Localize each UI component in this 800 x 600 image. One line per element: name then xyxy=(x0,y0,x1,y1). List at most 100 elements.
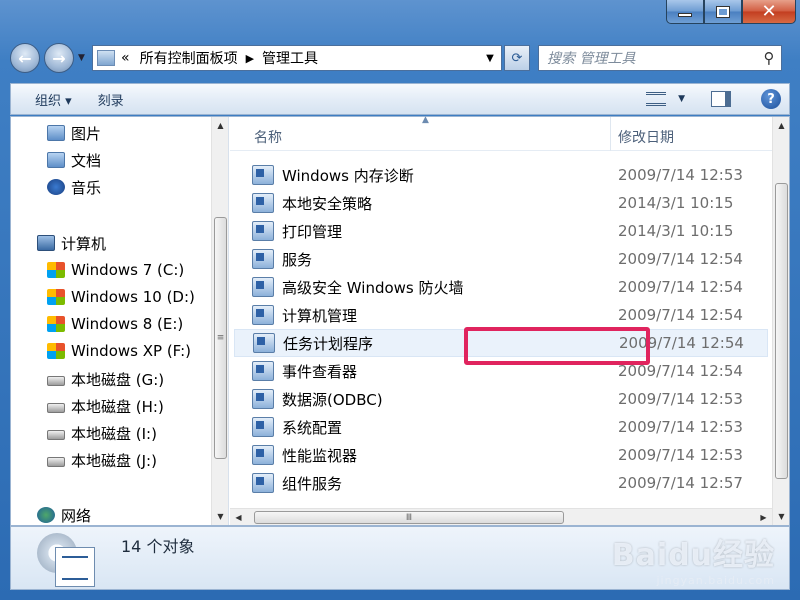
column-name-header[interactable]: 名称 xyxy=(254,127,282,147)
computer-icon xyxy=(37,235,55,251)
sidebar-item-drive-e[interactable]: Windows 8 (E:) xyxy=(47,312,183,336)
refresh-icon: ⟳ xyxy=(511,50,523,66)
file-row[interactable]: 服务 2009/7/14 12:54 xyxy=(234,245,768,273)
back-button[interactable]: ← xyxy=(10,43,40,73)
breadcrumb-overflow[interactable]: « xyxy=(121,50,130,66)
view-options-dropdown[interactable]: ▼ xyxy=(678,94,685,104)
help-icon[interactable]: ? xyxy=(761,89,781,109)
disk-icon xyxy=(47,457,65,467)
file-name: 组件服务 xyxy=(282,474,343,493)
file-row[interactable]: 计算机管理 2009/7/14 12:54 xyxy=(234,301,768,329)
horizontal-scrollbar[interactable]: ◀ Ⅲ ▶ xyxy=(230,508,772,525)
scroll-left-icon[interactable]: ◀ xyxy=(230,509,247,526)
column-date-header[interactable]: 修改日期 xyxy=(618,127,674,147)
file-date: 2009/7/14 12:53 xyxy=(618,418,743,436)
file-date: 2009/7/14 12:54 xyxy=(618,278,743,296)
refresh-button[interactable]: ⟳ xyxy=(504,45,530,71)
file-date: 2009/7/14 12:54 xyxy=(618,250,743,268)
close-button[interactable]: ✕ xyxy=(742,0,796,24)
sidebar-item-label: Windows 8 (E:) xyxy=(71,315,184,333)
file-row[interactable]: Windows 内存诊断 2009/7/14 12:53 xyxy=(234,161,768,189)
sidebar-item-pictures[interactable]: 图片 xyxy=(47,121,101,145)
scroll-up-icon[interactable]: ▲ xyxy=(212,117,228,134)
scroll-down-icon[interactable]: ▼ xyxy=(212,508,228,525)
horizontal-scroll-thumb[interactable]: Ⅲ xyxy=(254,511,564,524)
breadcrumb-separator-icon[interactable]: ▶ xyxy=(246,52,254,65)
file-row[interactable]: 数据源(ODBC) 2009/7/14 12:53 xyxy=(234,385,768,413)
preview-pane-icon[interactable] xyxy=(711,91,731,107)
list-scroll-thumb[interactable] xyxy=(775,183,788,479)
sidebar-item-drive-i[interactable]: 本地磁盘 (I:) xyxy=(47,421,157,445)
documents-icon xyxy=(47,152,65,168)
sidebar-item-drive-h[interactable]: 本地磁盘 (H:) xyxy=(47,394,164,418)
disk-icon xyxy=(47,403,65,413)
back-arrow-icon: ← xyxy=(18,48,32,68)
navigation-bar: ← → ▼ « 所有控制面板项 ▶ 管理工具 ▼ ⟳ 搜索 管理工具 ⚲ xyxy=(10,40,790,76)
view-controls: ▼ ? xyxy=(646,89,789,109)
minimize-button[interactable] xyxy=(666,0,704,24)
file-row[interactable]: 组件服务 2009/7/14 12:57 xyxy=(234,469,768,497)
disk-icon xyxy=(47,430,65,440)
file-row[interactable]: 高级安全 Windows 防火墙 2009/7/14 12:54 xyxy=(234,273,768,301)
file-row[interactable]: 性能监视器 2009/7/14 12:53 xyxy=(234,441,768,469)
column-header: ▲ 名称 修改日期 xyxy=(230,115,772,151)
explorer-window: ✕ ← → ▼ « 所有控制面板项 ▶ 管理工具 ▼ ⟳ 搜索 管理工具 ⚲ 组… xyxy=(0,0,800,600)
list-scrollbar[interactable]: ▲ ▼ xyxy=(772,117,789,525)
address-bar[interactable]: « 所有控制面板项 ▶ 管理工具 ▼ xyxy=(92,45,502,71)
burn-button[interactable]: 刻录 xyxy=(98,90,124,109)
sidebar-item-drive-c[interactable]: Windows 7 (C:) xyxy=(47,258,184,282)
maximize-icon xyxy=(716,5,730,18)
sidebar-item-music[interactable]: 音乐 xyxy=(47,175,101,199)
file-name: 系统配置 xyxy=(282,418,343,437)
breadcrumb-item-admin-tools[interactable]: 管理工具 xyxy=(262,48,318,68)
sidebar-item-drive-d[interactable]: Windows 10 (D:) xyxy=(47,285,195,309)
search-icon[interactable]: ⚲ xyxy=(757,49,781,67)
windows-drive-icon xyxy=(47,289,65,305)
file-row[interactable]: 本地安全策略 2014/3/1 10:15 xyxy=(234,189,768,217)
sidebar-item-documents[interactable]: 文档 xyxy=(47,148,101,172)
performance-monitor-icon xyxy=(252,445,274,465)
windows-drive-icon xyxy=(47,343,65,359)
file-name: 计算机管理 xyxy=(282,306,358,325)
sidebar-item-drive-j[interactable]: 本地磁盘 (J:) xyxy=(47,448,157,472)
view-details-icon[interactable] xyxy=(646,92,667,106)
forward-arrow-icon: → xyxy=(52,48,66,68)
file-date: 2009/7/14 12:57 xyxy=(618,474,743,492)
minimize-icon xyxy=(678,13,692,17)
music-icon xyxy=(47,179,65,195)
component-services-icon xyxy=(252,473,274,493)
sidebar-item-drive-f[interactable]: Windows XP (F:) xyxy=(47,339,191,363)
scroll-up-icon[interactable]: ▲ xyxy=(773,117,790,134)
file-date: 2009/7/14 12:53 xyxy=(618,166,743,184)
recent-pages-dropdown[interactable]: ▼ xyxy=(78,53,88,63)
scroll-right-icon[interactable]: ▶ xyxy=(755,509,772,526)
forward-button[interactable]: → xyxy=(44,43,74,73)
file-row[interactable]: 系统配置 2009/7/14 12:53 xyxy=(234,413,768,441)
address-dropdown[interactable]: ▼ xyxy=(479,53,501,64)
sidebar-item-computer[interactable]: 计算机 xyxy=(37,231,106,255)
sidebar-item-network[interactable]: 网络 xyxy=(37,503,91,525)
services-icon xyxy=(252,249,274,269)
file-name: Windows 内存诊断 xyxy=(282,166,414,185)
sidebar-item-label: 计算机 xyxy=(61,234,107,253)
search-input[interactable]: 搜索 管理工具 ⚲ xyxy=(538,45,782,71)
file-name: 服务 xyxy=(282,250,313,269)
file-name: 本地安全策略 xyxy=(282,194,373,213)
sidebar-item-label: 本地磁盘 (H:) xyxy=(71,397,164,416)
computer-management-icon xyxy=(252,305,274,325)
search-placeholder: 搜索 管理工具 xyxy=(547,51,636,67)
watermark: Baidu经验 jingyan.baidu.com xyxy=(612,530,775,587)
sidebar-item-label: 本地磁盘 (J:) xyxy=(71,451,157,470)
file-row[interactable]: 打印管理 2014/3/1 10:15 xyxy=(234,217,768,245)
sidebar-scrollbar[interactable]: ▲ ≡ ▼ xyxy=(211,117,228,525)
system-config-icon xyxy=(252,417,274,437)
file-date: 2009/7/14 12:53 xyxy=(618,446,743,464)
sidebar-item-drive-g[interactable]: 本地磁盘 (G:) xyxy=(47,367,164,391)
organize-menu[interactable]: 组织 ▾ xyxy=(35,90,72,109)
sidebar-scroll-thumb[interactable]: ≡ xyxy=(214,217,227,459)
scroll-down-icon[interactable]: ▼ xyxy=(773,508,790,525)
maximize-button[interactable] xyxy=(704,0,742,24)
breadcrumb-item-all-control-panel[interactable]: 所有控制面板项 xyxy=(140,48,238,68)
security-policy-icon xyxy=(252,193,274,213)
column-divider[interactable] xyxy=(610,117,611,151)
